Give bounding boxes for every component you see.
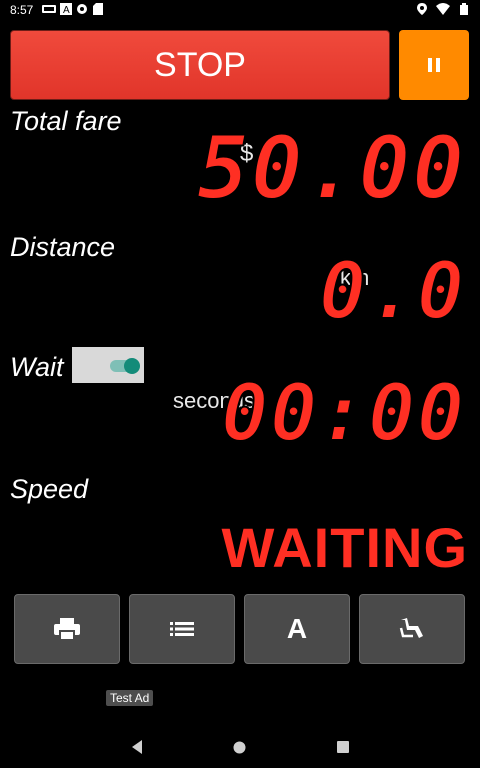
- stop-button[interactable]: STOP: [10, 30, 390, 100]
- seat-icon: [399, 618, 423, 638]
- battery-icon: [460, 3, 468, 15]
- wait-toggle[interactable]: [72, 347, 144, 383]
- print-button[interactable]: [14, 594, 120, 664]
- status-time: 8:57: [10, 3, 34, 17]
- sd-card-icon: [93, 3, 103, 15]
- pause-icon: [428, 58, 440, 72]
- list-button[interactable]: [129, 594, 235, 664]
- speed-label: Speed: [10, 474, 89, 504]
- a-icon: A: [60, 3, 72, 15]
- home-icon[interactable]: [233, 741, 246, 754]
- distance-display: 0.0: [318, 247, 466, 337]
- back-icon[interactable]: [130, 740, 144, 754]
- font-size-button[interactable]: A: [244, 594, 350, 664]
- print-icon: [54, 618, 80, 641]
- wait-label: Wait: [10, 352, 64, 382]
- distance-label: Distance: [10, 232, 116, 262]
- status-bar: 8:57 A: [0, 0, 480, 20]
- location-icon: [417, 3, 427, 15]
- navigation-bar: [0, 730, 480, 768]
- taxi-app-icon: [42, 5, 56, 13]
- settings-icon: [77, 4, 87, 14]
- wifi-icon: [436, 3, 450, 15]
- toggle-knob: [124, 358, 140, 374]
- speed-status: WAITING: [221, 516, 468, 579]
- list-icon: [170, 622, 194, 636]
- svg-text:A: A: [63, 5, 70, 15]
- recents-icon[interactable]: [337, 741, 349, 753]
- fare-display: 50.00: [196, 119, 466, 219]
- stop-label: STOP: [154, 45, 246, 84]
- total-fare-label: Total fare: [10, 106, 122, 136]
- test-ad-badge[interactable]: Test Ad: [106, 690, 154, 706]
- seat-button[interactable]: [359, 594, 465, 664]
- pause-button[interactable]: [399, 30, 469, 100]
- font-icon: A: [286, 613, 308, 644]
- wait-display: 00:00: [220, 369, 466, 459]
